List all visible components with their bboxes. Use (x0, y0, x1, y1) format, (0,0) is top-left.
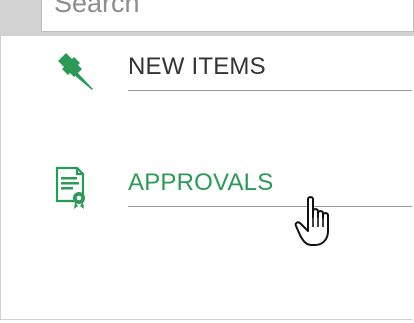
hand-pointer-icon (294, 195, 338, 249)
certificate-document-icon (52, 165, 96, 209)
menu-item-label: APPROVALS (128, 169, 274, 196)
divider (128, 206, 412, 207)
screen: Search NEW ITEMS APPROVALS (0, 0, 414, 323)
divider (128, 90, 412, 91)
menu-item-approvals[interactable]: APPROVALS (0, 0, 412, 209)
